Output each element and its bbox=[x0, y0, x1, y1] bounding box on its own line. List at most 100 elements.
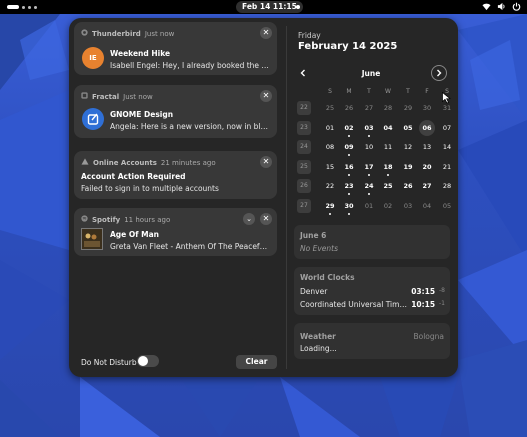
calendar-day[interactable]: 29 bbox=[321, 199, 339, 213]
chevron-down-icon[interactable]: ⌄ bbox=[243, 213, 255, 225]
notification-time: 21 minutes ago bbox=[160, 158, 216, 167]
workspace-indicator-active bbox=[7, 5, 19, 9]
notification-header: Spotify 11 hours ago bbox=[81, 215, 170, 224]
calendar-day[interactable]: 20 bbox=[418, 160, 436, 174]
close-icon[interactable]: ✕ bbox=[260, 90, 272, 102]
volume-icon bbox=[497, 2, 506, 13]
calendar-day[interactable]: 25 bbox=[321, 101, 339, 115]
world-clock-row: Denver 03:15 -8 bbox=[300, 287, 445, 296]
week-number: 27 bbox=[297, 199, 311, 213]
calendar-day[interactable]: 30 bbox=[418, 101, 436, 115]
notification-fractal[interactable]: Fractal Just now ✕ GNOME Design Angela: … bbox=[74, 85, 277, 138]
calendar-day[interactable]: 18 bbox=[379, 160, 397, 174]
calendar-day[interactable]: 16 bbox=[340, 160, 358, 174]
calendar-day[interactable]: 04 bbox=[379, 121, 397, 135]
week-number: 24 bbox=[297, 140, 311, 154]
workspace-indicator bbox=[22, 5, 25, 9]
events-section[interactable]: June 6 No Events bbox=[294, 225, 450, 259]
notification-indicator bbox=[296, 5, 300, 9]
workspace-indicator bbox=[28, 5, 31, 9]
calendar-day[interactable]: 09 bbox=[340, 140, 358, 154]
notification-thunderbird[interactable]: Thunderbird Just now ✕ IE Weekend Hike I… bbox=[74, 22, 277, 75]
clock-offset: -8 bbox=[439, 287, 445, 294]
mouse-cursor-icon bbox=[442, 92, 451, 104]
notification-title: Account Action Required bbox=[81, 172, 186, 181]
clock-offset: -1 bbox=[439, 300, 445, 307]
calendar-day[interactable]: 01 bbox=[360, 199, 378, 213]
event-indicator bbox=[387, 174, 389, 176]
week-number: 23 bbox=[297, 121, 311, 135]
notification-body: Isabell Engel: Hey, I already booked the… bbox=[110, 61, 270, 70]
event-indicator bbox=[348, 135, 350, 137]
notification-title: GNOME Design bbox=[110, 110, 174, 119]
world-clocks-heading: World Clocks bbox=[300, 273, 355, 282]
weekday-header: T bbox=[367, 88, 371, 95]
avatar: IE bbox=[82, 47, 104, 69]
calendar-day[interactable]: 30 bbox=[340, 199, 358, 213]
calendar-day[interactable]: 05 bbox=[399, 121, 417, 135]
full-date-label[interactable]: February 14 2025 bbox=[298, 41, 397, 52]
calendar-day-selected[interactable]: 06 bbox=[419, 120, 435, 136]
calendar-day[interactable]: 05 bbox=[438, 199, 456, 213]
calendar-day[interactable]: 11 bbox=[379, 140, 397, 154]
event-indicator bbox=[329, 213, 331, 215]
calendar-day[interactable]: 23 bbox=[340, 179, 358, 193]
calendar-day[interactable]: 24 bbox=[360, 179, 378, 193]
calendar-day[interactable]: 03 bbox=[399, 199, 417, 213]
calendar-day[interactable]: 15 bbox=[321, 160, 339, 174]
calendar-day[interactable]: 22 bbox=[321, 179, 339, 193]
calendar-day[interactable]: 02 bbox=[340, 121, 358, 135]
weather-status: Loading... bbox=[300, 344, 337, 353]
notification-app-name: Thunderbird bbox=[92, 29, 141, 38]
workspace-indicator bbox=[34, 5, 37, 9]
calendar-day[interactable]: 08 bbox=[321, 140, 339, 154]
weekday-header: S bbox=[328, 88, 332, 95]
next-month-button[interactable] bbox=[431, 65, 447, 81]
do-not-disturb-toggle[interactable] bbox=[137, 355, 159, 367]
calendar-day[interactable]: 07 bbox=[438, 121, 456, 135]
calendar-day[interactable]: 17 bbox=[360, 160, 378, 174]
calendar-day[interactable]: 28 bbox=[438, 179, 456, 193]
weather-location: Bologna bbox=[413, 332, 444, 341]
calendar-day[interactable]: 12 bbox=[399, 140, 417, 154]
calendar-day[interactable]: 01 bbox=[321, 121, 339, 135]
weekday-header: T bbox=[406, 88, 410, 95]
calendar-day[interactable]: 27 bbox=[360, 101, 378, 115]
calendar-day[interactable]: 03 bbox=[360, 121, 378, 135]
weather-section[interactable]: Weather Bologna Loading... bbox=[294, 323, 450, 359]
calendar-day[interactable]: 21 bbox=[438, 160, 456, 174]
no-events-label: No Events bbox=[300, 244, 338, 253]
calendar-day[interactable]: 04 bbox=[418, 199, 436, 213]
calendar-day[interactable]: 26 bbox=[399, 179, 417, 193]
top-bar: Feb 14 11:15 bbox=[0, 0, 527, 14]
calendar-day[interactable]: 10 bbox=[360, 140, 378, 154]
activities-button[interactable] bbox=[7, 5, 37, 9]
week-number: 26 bbox=[297, 179, 311, 193]
chevron-left-icon bbox=[300, 69, 305, 77]
week-number: 25 bbox=[297, 160, 311, 174]
world-clocks-section[interactable]: World Clocks Denver 03:15 -8 Coordinated… bbox=[294, 267, 450, 315]
calendar-day[interactable]: 29 bbox=[399, 101, 417, 115]
close-icon[interactable]: ✕ bbox=[260, 156, 272, 168]
calendar-day[interactable]: 27 bbox=[418, 179, 436, 193]
previous-month-button[interactable] bbox=[295, 65, 311, 81]
notification-body: Angela: Here is a new version, now in bl… bbox=[110, 122, 270, 131]
calendar-day[interactable]: 28 bbox=[379, 101, 397, 115]
system-tray[interactable] bbox=[482, 2, 521, 13]
calendar-day[interactable]: 02 bbox=[379, 199, 397, 213]
event-indicator bbox=[368, 135, 370, 137]
weekday-label: Friday bbox=[298, 31, 321, 40]
notification-app-name: Fractal bbox=[92, 92, 120, 101]
clock-button[interactable]: Feb 14 11:15 bbox=[236, 1, 303, 13]
calendar-day[interactable]: 25 bbox=[379, 179, 397, 193]
close-icon[interactable]: ✕ bbox=[260, 213, 272, 225]
notification-spotify[interactable]: Spotify 11 hours ago ⌄ ✕ Age Of Man Gret… bbox=[74, 208, 277, 256]
notification-online-accounts[interactable]: Online Accounts 21 minutes ago ✕ Account… bbox=[74, 151, 277, 199]
calendar-day[interactable]: 26 bbox=[340, 101, 358, 115]
warning-icon bbox=[81, 158, 89, 167]
clear-button[interactable]: Clear bbox=[236, 355, 277, 369]
calendar-day[interactable]: 13 bbox=[418, 140, 436, 154]
close-icon[interactable]: ✕ bbox=[260, 27, 272, 39]
calendar-day[interactable]: 19 bbox=[399, 160, 417, 174]
calendar-day[interactable]: 14 bbox=[438, 140, 456, 154]
